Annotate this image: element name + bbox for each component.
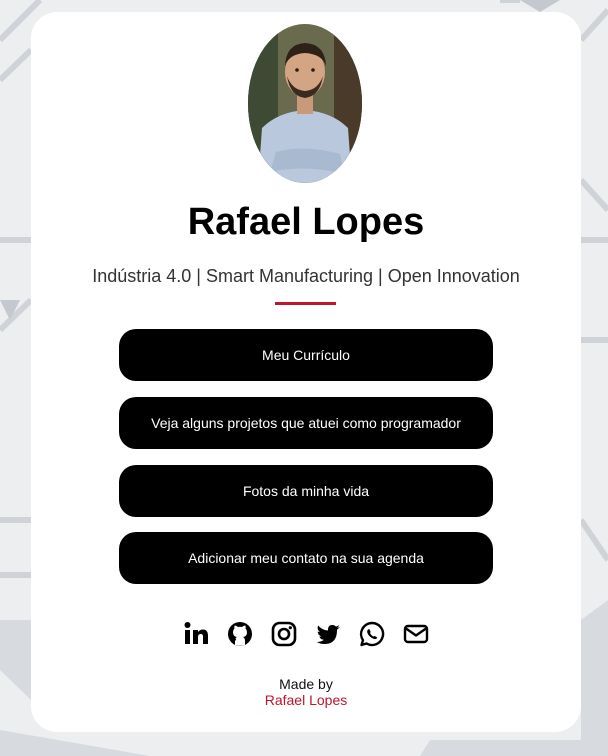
add-contact-button[interactable]: Adicionar meu contato na sua agenda bbox=[119, 532, 493, 584]
instagram-icon[interactable] bbox=[270, 620, 298, 648]
author-link[interactable]: Rafael Lopes bbox=[31, 692, 581, 708]
twitter-icon[interactable] bbox=[314, 620, 342, 648]
linkedin-icon[interactable] bbox=[182, 620, 210, 648]
social-links bbox=[31, 620, 581, 650]
projects-button[interactable]: Veja alguns projetos que atuei como prog… bbox=[119, 397, 493, 449]
github-icon[interactable] bbox=[226, 620, 254, 648]
photos-button[interactable]: Fotos da minha vida bbox=[119, 465, 493, 517]
avatar bbox=[248, 24, 362, 183]
made-by-label: Made by bbox=[279, 676, 333, 692]
accent-divider bbox=[275, 302, 336, 305]
email-icon[interactable] bbox=[402, 620, 430, 648]
profile-card: Rafael Lopes Indústria 4.0 | Smart Manuf… bbox=[31, 12, 581, 732]
whatsapp-icon[interactable] bbox=[358, 620, 386, 648]
profile-subtitle: Indústria 4.0 | Smart Manufacturing | Op… bbox=[92, 266, 520, 286]
profile-name: Rafael Lopes bbox=[187, 201, 425, 243]
resume-button[interactable]: Meu Currículo bbox=[119, 329, 493, 381]
